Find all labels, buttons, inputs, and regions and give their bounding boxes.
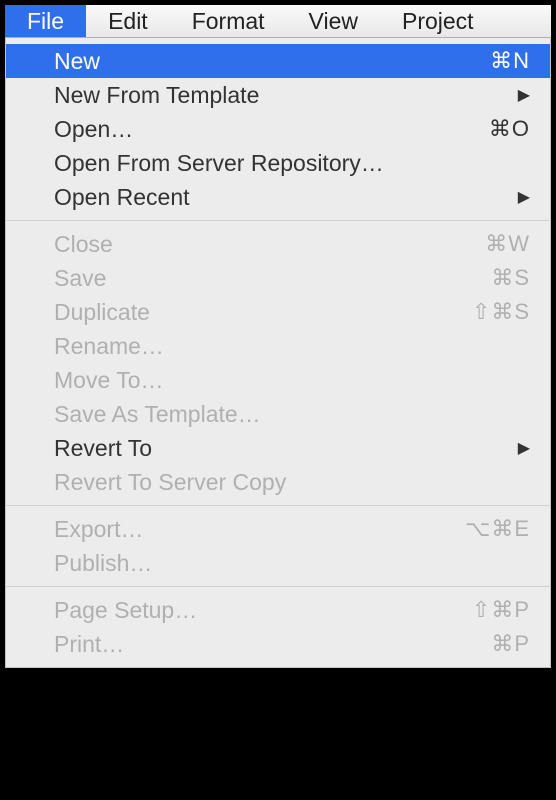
menu-item-duplicate: Duplicate ⇧⌘S [6, 295, 550, 329]
menubar-label: Project [402, 8, 474, 35]
menu-item-label: Publish… [54, 550, 530, 577]
menu-item-label: Open From Server Repository… [54, 150, 530, 177]
menu-item-label: Export… [54, 516, 450, 543]
menu-item-label: Revert To [54, 435, 508, 462]
menu-item-shortcut: ⌘W [450, 231, 530, 257]
menubar-label: Edit [108, 8, 148, 35]
menu-item-label: Save [54, 265, 450, 292]
menu-item-print: Print… ⌘P [6, 627, 550, 661]
menubar-label: View [309, 8, 358, 35]
menu-section: Close ⌘W Save ⌘S Duplicate ⇧⌘S Rename… M… [6, 221, 550, 505]
menu-item-label: Rename… [54, 333, 530, 360]
menu-item-label: Save As Template… [54, 401, 530, 428]
menu-item-new-from-template[interactable]: New From Template ▶ [6, 78, 550, 112]
menu-item-shortcut: ⌘P [450, 631, 530, 657]
menu-item-label: Move To… [54, 367, 530, 394]
menubar-item-edit[interactable]: Edit [86, 5, 170, 37]
menu-item-open-recent[interactable]: Open Recent ▶ [6, 180, 550, 214]
menu-item-label: Close [54, 231, 450, 258]
menu-item-label: Duplicate [54, 299, 450, 326]
menu-item-revert-to[interactable]: Revert To ▶ [6, 431, 550, 465]
menu-item-shortcut: ⇧⌘P [450, 597, 530, 623]
menu-item-label: Print… [54, 631, 450, 658]
menubar-item-project[interactable]: Project [380, 5, 496, 37]
menu-section: Export… ⌥⌘E Publish… [6, 506, 550, 586]
menubar-item-file[interactable]: File [5, 5, 86, 37]
menu-item-publish: Publish… [6, 546, 550, 580]
menu-item-shortcut: ⌥⌘E [450, 516, 530, 542]
app-window: File Edit Format View Project New ⌘N New… [0, 0, 556, 800]
menu-item-save: Save ⌘S [6, 261, 550, 295]
menu-section: New ⌘N New From Template ▶ Open… ⌘O Open… [6, 38, 550, 220]
menu-item-new[interactable]: New ⌘N [6, 44, 550, 78]
menu-item-rename: Rename… [6, 329, 550, 363]
chevron-right-icon: ▶ [518, 187, 530, 207]
menu-item-close: Close ⌘W [6, 227, 550, 261]
menubar-item-format[interactable]: Format [170, 5, 287, 37]
menubar: File Edit Format View Project [5, 5, 551, 38]
menu-item-open-from-server[interactable]: Open From Server Repository… [6, 146, 550, 180]
menubar-label: File [27, 8, 64, 35]
menu-item-label: New [54, 48, 450, 75]
menu-item-shortcut: ⌘O [450, 116, 530, 142]
menu-item-label: Open Recent [54, 184, 508, 211]
menu-item-open[interactable]: Open… ⌘O [6, 112, 550, 146]
file-dropdown-menu: New ⌘N New From Template ▶ Open… ⌘O Open… [5, 38, 551, 668]
menubar-label: Format [192, 8, 265, 35]
menu-item-label: Open… [54, 116, 450, 143]
menu-item-label: Revert To Server Copy [54, 469, 530, 496]
menu-item-revert-to-server-copy: Revert To Server Copy [6, 465, 550, 499]
menu-item-move-to: Move To… [6, 363, 550, 397]
menu-item-label: Page Setup… [54, 597, 450, 624]
menu-section: Page Setup… ⇧⌘P Print… ⌘P [6, 587, 550, 667]
menu-item-shortcut: ⌘N [450, 48, 530, 74]
menu-item-shortcut: ⌘S [450, 265, 530, 291]
menu-item-label: New From Template [54, 82, 508, 109]
menu-item-export: Export… ⌥⌘E [6, 512, 550, 546]
menu-item-save-as-template: Save As Template… [6, 397, 550, 431]
menubar-item-view[interactable]: View [287, 5, 380, 37]
chevron-right-icon: ▶ [518, 85, 530, 105]
menu-item-shortcut: ⇧⌘S [450, 299, 530, 325]
menu-item-page-setup: Page Setup… ⇧⌘P [6, 593, 550, 627]
chevron-right-icon: ▶ [518, 438, 530, 458]
